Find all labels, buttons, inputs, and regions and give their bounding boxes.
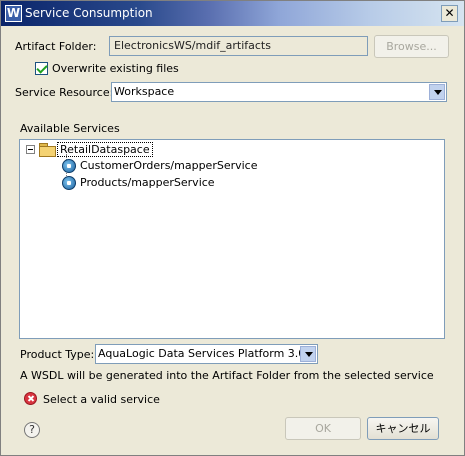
info-text: A WSDL will be generated into the Artifa… bbox=[20, 369, 434, 382]
product-type-value: AquaLogic Data Services Platform 3.0 bbox=[98, 347, 306, 360]
tree-node-retaildataspace[interactable]: RetailDataspace bbox=[57, 142, 153, 157]
open-folder-icon bbox=[39, 143, 56, 157]
available-services-label: Available Services bbox=[20, 122, 120, 135]
collapse-icon[interactable] bbox=[26, 145, 35, 154]
chevron-down-icon[interactable] bbox=[429, 84, 445, 100]
service-resource-value: Workspace bbox=[114, 85, 175, 98]
product-type-select[interactable]: AquaLogic Data Services Platform 3.0 bbox=[95, 344, 318, 364]
tree-node-products[interactable]: Products/mapperService bbox=[80, 176, 215, 189]
browse-button[interactable]: Browse... bbox=[374, 35, 449, 58]
services-tree[interactable]: RetailDataspace CustomerOrders/mapperSer… bbox=[19, 139, 445, 339]
window-title: Service Consumption bbox=[25, 6, 153, 20]
cancel-button[interactable]: キャンセル bbox=[367, 417, 439, 440]
overwrite-checkbox[interactable] bbox=[35, 62, 48, 75]
chevron-down-icon[interactable] bbox=[300, 346, 316, 362]
data-service-icon bbox=[62, 176, 76, 190]
artifact-folder-field[interactable]: ElectronicsWS/mdif_artifacts bbox=[109, 36, 368, 56]
app-icon: W bbox=[5, 5, 22, 22]
tree-node-customerorders[interactable]: CustomerOrders/mapperService bbox=[80, 159, 258, 172]
error-icon bbox=[24, 392, 37, 405]
overwrite-label: Overwrite existing files bbox=[52, 62, 179, 75]
service-resource-select[interactable]: Workspace bbox=[111, 82, 447, 102]
title-bar[interactable]: W Service Consumption ✕ bbox=[1, 1, 464, 26]
service-resource-label: Service Resource: bbox=[15, 86, 114, 99]
service-consumption-dialog: W Service Consumption ✕ Artifact Folder:… bbox=[0, 0, 465, 456]
close-button[interactable]: ✕ bbox=[441, 5, 458, 22]
product-type-label: Product Type: bbox=[20, 348, 95, 361]
ok-button[interactable]: OK bbox=[285, 417, 361, 440]
data-service-icon bbox=[62, 159, 76, 173]
artifact-folder-label: Artifact Folder: bbox=[15, 40, 97, 53]
help-icon[interactable]: ? bbox=[24, 422, 40, 438]
error-message: Select a valid service bbox=[43, 393, 160, 406]
